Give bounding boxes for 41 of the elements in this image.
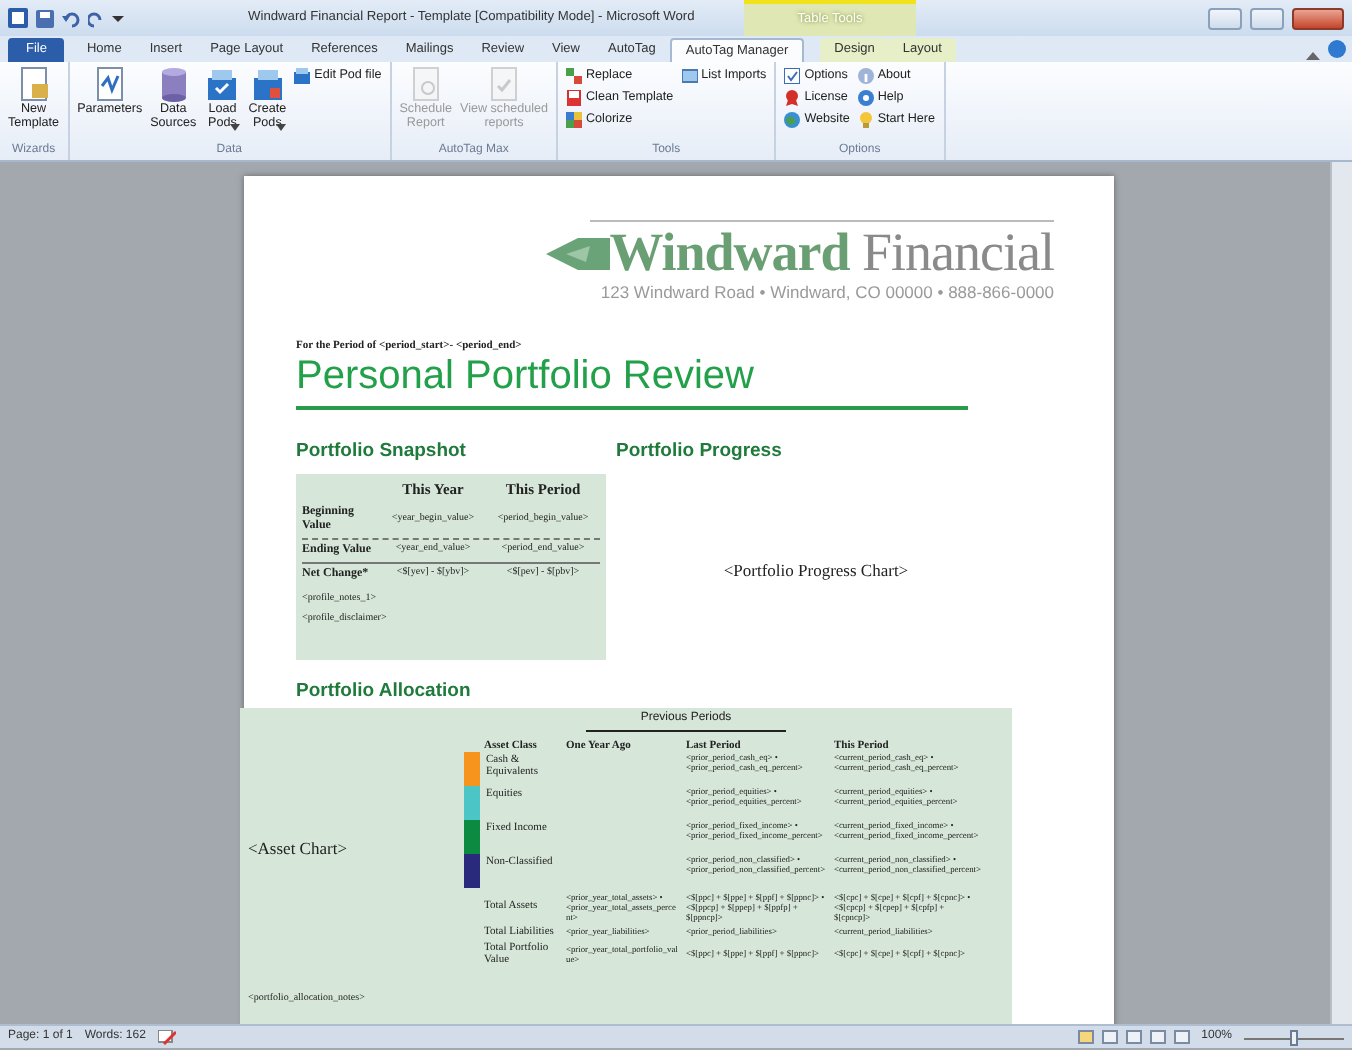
swap-icon [566, 68, 582, 84]
arrow-logo-icon [545, 233, 610, 273]
merge-tag: <Asset Chart> [248, 835, 347, 861]
caret-icon [230, 124, 241, 132]
globe-icon [784, 112, 801, 128]
bulb-icon [857, 112, 874, 128]
chart-icon [91, 66, 128, 102]
restore-button[interactable] [1250, 7, 1284, 29]
help-icon [857, 90, 874, 106]
document-icon [15, 66, 52, 102]
merge-tag: <Portfolio Progress Chart> [616, 558, 976, 584]
help-icon [1328, 40, 1346, 58]
document-icon [566, 90, 582, 106]
document-icon [486, 66, 522, 102]
address-text: 123 Windward Road • Windward, CO 00000 • 888-866-0000 [600, 280, 1054, 306]
box-icon [294, 68, 311, 84]
logo-text: Windward Financial [609, 226, 1054, 280]
scroll-bar[interactable] [1330, 162, 1352, 1024]
undo-icon [62, 9, 80, 27]
word-icon [8, 8, 28, 28]
checkbox-icon [784, 68, 801, 84]
caret-icon [276, 124, 287, 132]
info-icon [857, 68, 874, 84]
section-heading: Portfolio Snapshot [296, 438, 468, 466]
customize-icon [112, 10, 124, 26]
zoom-slider[interactable] [1244, 1029, 1344, 1045]
list-icon [681, 68, 698, 84]
minimize-button[interactable] [1208, 7, 1242, 29]
section-heading: Portfolio Allocation [296, 678, 473, 707]
ribbon-icon [784, 90, 801, 106]
document-title: Personal Portfolio Review [296, 354, 756, 398]
section-heading: Portfolio Progress [616, 438, 784, 466]
save-icon [36, 9, 54, 27]
close-button[interactable] [1292, 7, 1344, 29]
document-icon [407, 66, 444, 102]
proofing-icon [157, 1029, 176, 1045]
slider-thumb[interactable] [1290, 1029, 1298, 1045]
redo-icon [88, 9, 104, 27]
palette-icon [566, 112, 582, 128]
box-icon [204, 66, 241, 102]
box-icon [249, 66, 286, 102]
